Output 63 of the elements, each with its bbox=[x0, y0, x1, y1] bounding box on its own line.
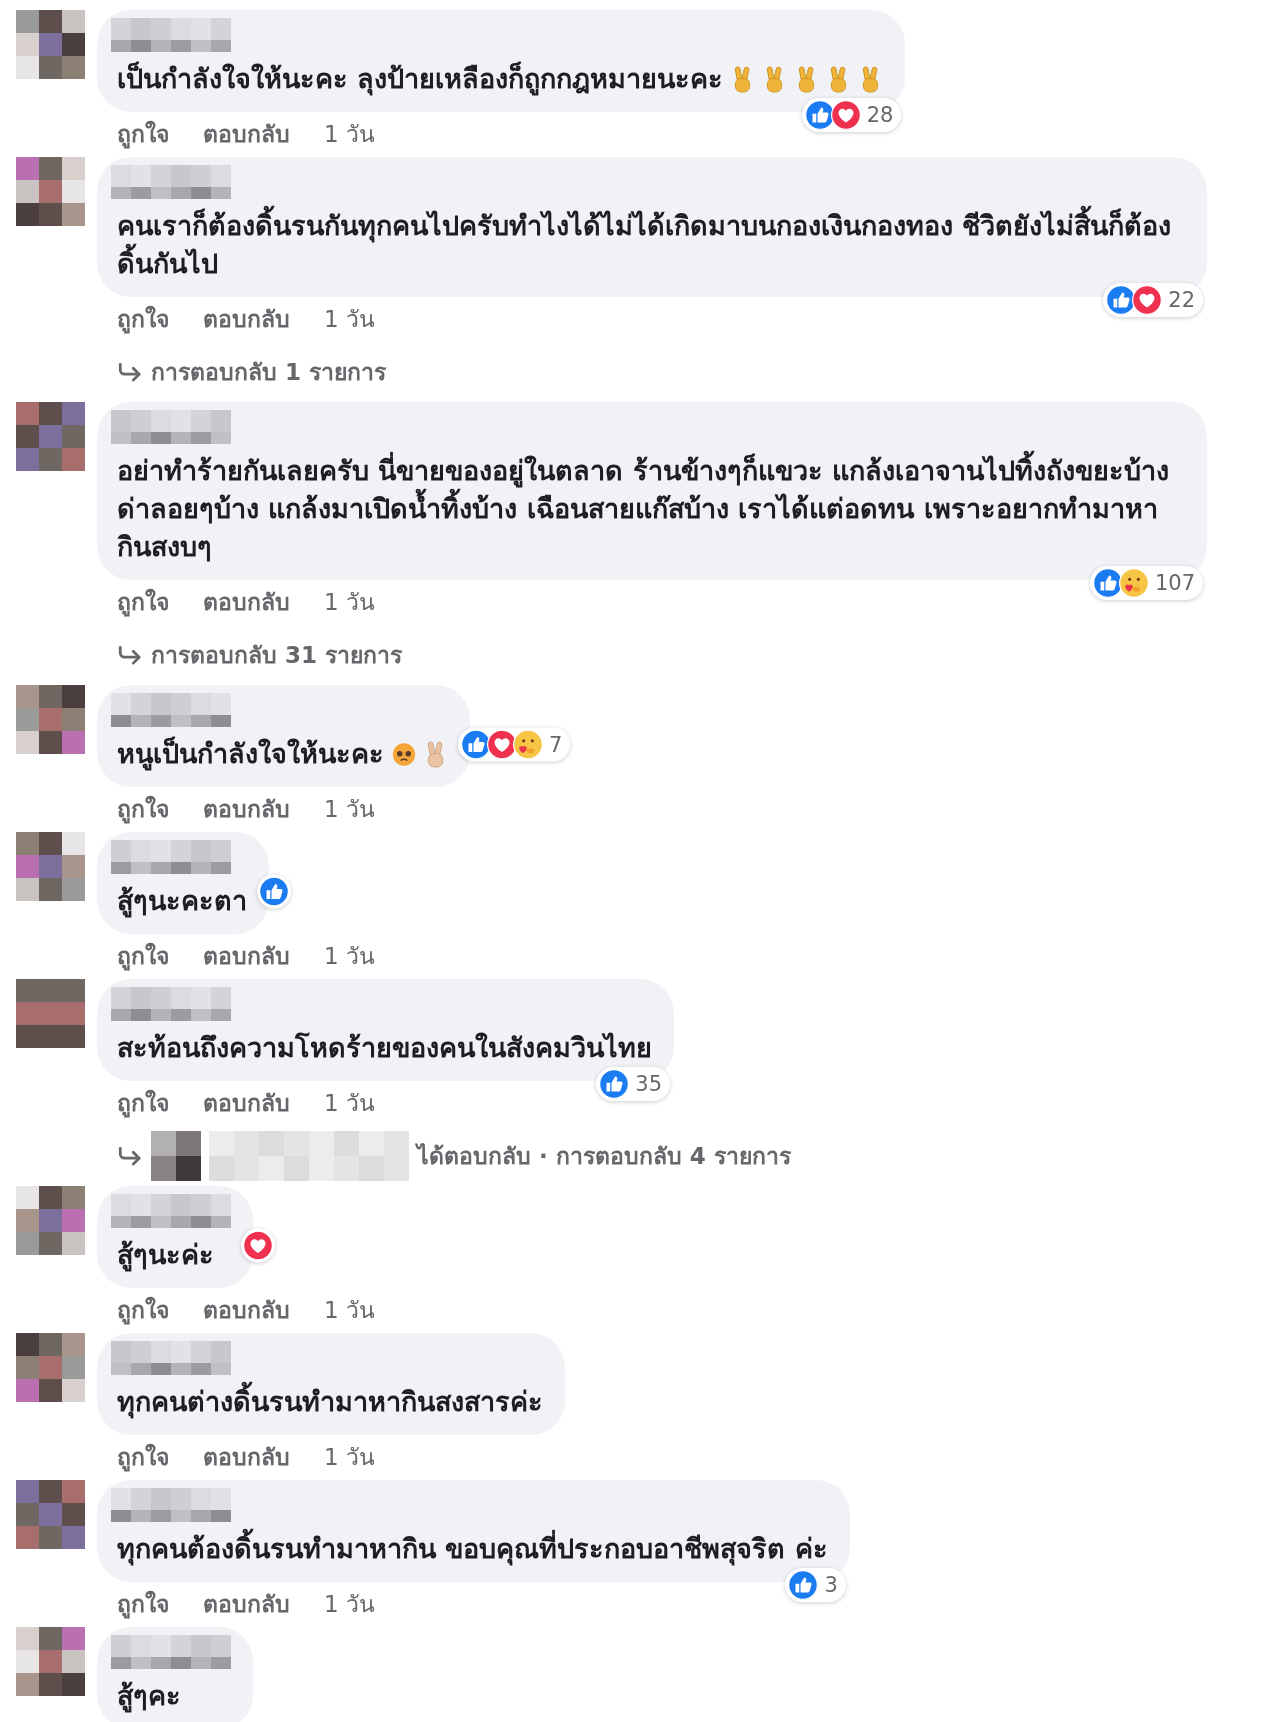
like-icon bbox=[259, 876, 289, 907]
like-link[interactable]: ถูกใจ bbox=[117, 116, 169, 157]
timestamp-link[interactable]: 1 วัน bbox=[324, 584, 375, 625]
reaction-badge[interactable]: 22 bbox=[1103, 283, 1203, 317]
like-link[interactable]: ถูกใจ bbox=[117, 1085, 169, 1126]
like-link[interactable]: ถูกใจ bbox=[117, 1586, 169, 1627]
reply-arrow-icon bbox=[117, 361, 143, 383]
reaction-count: 3 bbox=[824, 1573, 838, 1597]
like-icon bbox=[1106, 285, 1137, 315]
like-link[interactable]: ถูกใจ bbox=[117, 791, 169, 832]
like-icon bbox=[1092, 568, 1123, 598]
hugging-face-icon bbox=[1118, 568, 1149, 598]
reaction-count: 28 bbox=[866, 103, 894, 127]
like-icon bbox=[599, 1069, 630, 1099]
hugging-face-icon bbox=[513, 729, 543, 760]
reaction-badge[interactable]: 107 bbox=[1089, 566, 1203, 600]
comment-text: สะท้อนถึงความโหดร้ายของคนในสังคมวินไทย bbox=[117, 1031, 652, 1065]
reaction-badge[interactable]: 7 bbox=[458, 727, 571, 762]
reaction-badge[interactable]: 3 bbox=[785, 1568, 846, 1602]
reply-link[interactable]: ตอบกลับ bbox=[203, 1439, 290, 1480]
reaction-badge[interactable]: 28 bbox=[801, 98, 902, 132]
comment-text: สู้ๆคะ bbox=[117, 1679, 181, 1715]
timestamp-link[interactable]: 1 วัน bbox=[324, 1586, 375, 1627]
reply-link[interactable]: ตอบกลับ bbox=[203, 1586, 290, 1627]
reply-link[interactable]: ตอบกลับ bbox=[203, 301, 290, 342]
timestamp-link[interactable]: 1 วัน bbox=[324, 116, 375, 157]
like-icon bbox=[788, 1570, 819, 1600]
timestamp-link[interactable]: 1 วัน bbox=[324, 1292, 375, 1333]
like-link[interactable]: ถูกใจ bbox=[117, 938, 169, 979]
reply-arrow-icon bbox=[117, 1145, 143, 1167]
reaction-count: 22 bbox=[1168, 288, 1195, 312]
reply-link[interactable]: ตอบกลับ bbox=[203, 1292, 290, 1333]
reply-link[interactable]: ตอบกลับ bbox=[203, 116, 290, 157]
reaction-badge[interactable]: 35 bbox=[596, 1067, 670, 1101]
timestamp-link[interactable]: 1 วัน bbox=[324, 301, 375, 342]
reaction-count: 35 bbox=[635, 1072, 662, 1096]
like-icon bbox=[804, 100, 835, 130]
reply-link[interactable]: ตอบกลับ bbox=[203, 584, 290, 625]
reply-link[interactable]: ตอบกลับ bbox=[203, 1085, 290, 1126]
reply-arrow-icon bbox=[117, 644, 143, 666]
reaction-count: 107 bbox=[1154, 571, 1195, 595]
view-replies-link[interactable]: การตอบกลับ 1 รายการ bbox=[151, 354, 387, 390]
comment-text: สู้ๆนะคะตา bbox=[117, 884, 247, 920]
reply-link[interactable]: ตอบกลับ bbox=[203, 938, 290, 979]
like-link[interactable]: ถูกใจ bbox=[117, 301, 169, 342]
like-link[interactable]: ถูกใจ bbox=[117, 584, 169, 625]
reply-link[interactable]: ตอบกลับ bbox=[203, 791, 290, 832]
reaction-count: 7 bbox=[549, 732, 563, 757]
timestamp-link[interactable]: 1 วัน bbox=[324, 791, 375, 832]
reaction-badge[interactable] bbox=[257, 874, 291, 909]
view-replies-link[interactable]: ได้ตอบกลับ · การตอบกลับ 4 รายการ bbox=[417, 1138, 791, 1174]
comment-text: สู้ๆนะค่ะ bbox=[117, 1238, 214, 1274]
like-icon bbox=[461, 729, 491, 760]
like-link[interactable]: ถูกใจ bbox=[117, 1292, 169, 1333]
timestamp-link[interactable]: 1 วัน bbox=[324, 1085, 375, 1126]
timestamp-link[interactable]: 1 วัน bbox=[324, 1439, 375, 1480]
comment-text: เป็นกำลังใจให้นะคะ ลุงป้ายเหลืองก็ถูกกฎหมายนะคะ bbox=[117, 60, 724, 98]
timestamp-link[interactable]: 1 วัน bbox=[324, 938, 375, 979]
view-replies-link[interactable]: การตอบกลับ 31 รายการ bbox=[151, 637, 403, 673]
reaction-badge[interactable] bbox=[241, 1228, 275, 1263]
comment-text: หนูเป็นกำลังใจให้นะคะ bbox=[117, 735, 384, 773]
comment-text: ทุกคนต่างดิ้นรนทำมาหากินสงสารค่ะ bbox=[117, 1379, 543, 1427]
like-link[interactable]: ถูกใจ bbox=[117, 1439, 169, 1480]
